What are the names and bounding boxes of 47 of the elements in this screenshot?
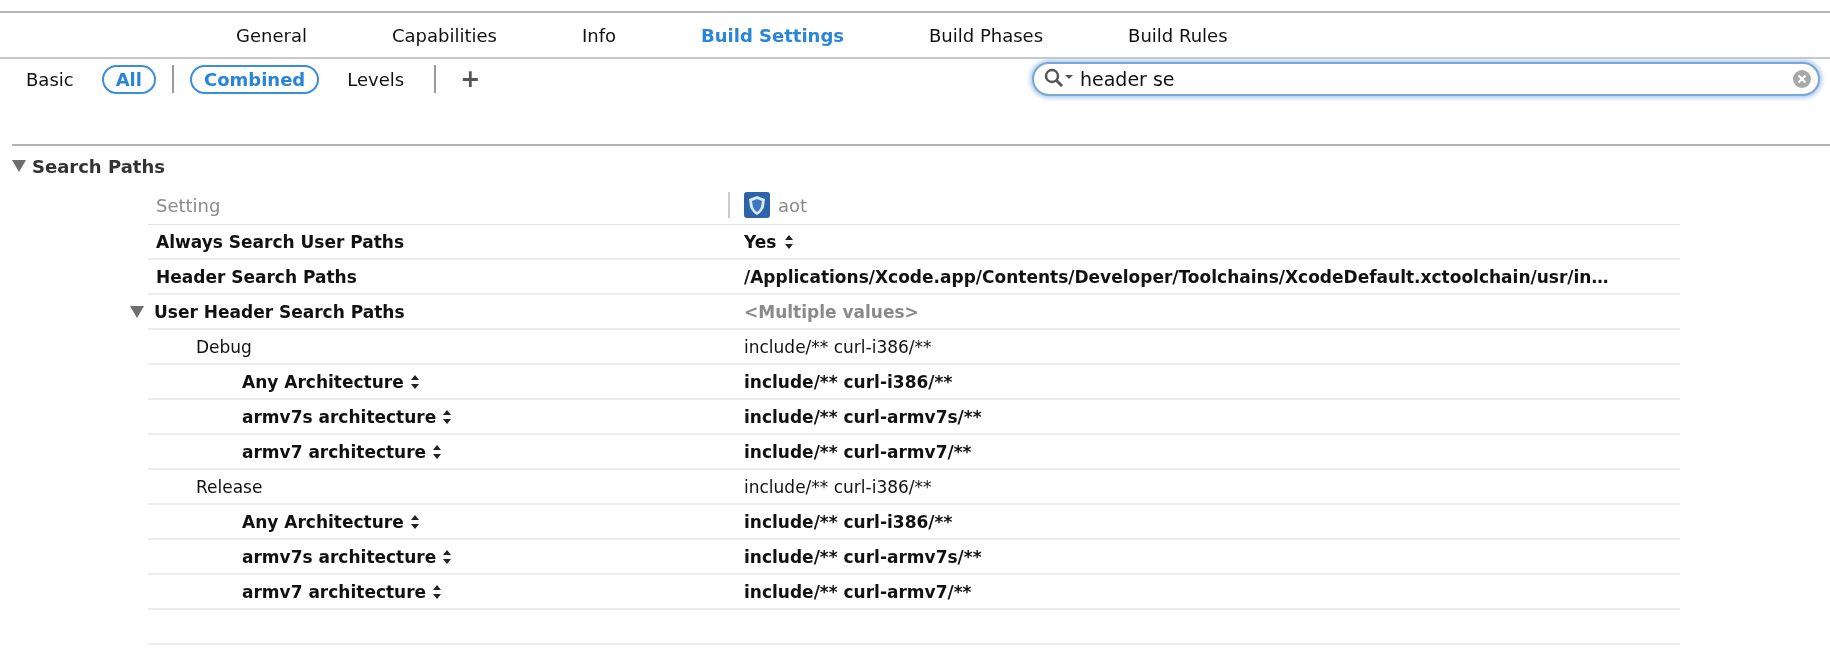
setting-name: armv7 architecture [242, 441, 427, 462]
setting-name: Debug [196, 336, 252, 357]
setting-value: include/** curl-armv7s/** [743, 546, 982, 567]
filter-button[interactable]: Combined [189, 64, 320, 94]
filter-button[interactable]: Levels [333, 64, 419, 94]
stepper-icon[interactable] [784, 233, 795, 250]
setting-value: include/** curl-armv7/** [743, 441, 972, 462]
setting-name: armv7s architecture [242, 406, 437, 427]
setting-value: include/** curl-i386/** [743, 371, 953, 392]
tab[interactable]: Capabilities [357, 24, 531, 46]
tab[interactable]: Info [547, 24, 650, 46]
tab[interactable]: Build Rules [1094, 24, 1262, 46]
setting-value: include/** curl-i386/** [743, 336, 932, 357]
column-header: aot [778, 194, 808, 216]
stepper-icon[interactable] [432, 583, 443, 600]
setting-value: <Multiple values> [743, 301, 919, 322]
setting-name: armv7s architecture [242, 546, 437, 567]
setting-name: Header Search Paths [156, 266, 357, 287]
tab[interactable]: Build Settings [667, 24, 878, 46]
setting-name: armv7 architecture [242, 581, 427, 602]
disclosure-triangle-icon[interactable] [12, 160, 26, 172]
stepper-icon[interactable] [432, 443, 443, 460]
tab[interactable]: Build Phases [895, 24, 1078, 46]
stepper-icon[interactable] [409, 373, 420, 390]
stepper-icon[interactable] [442, 408, 453, 425]
setting-value: include/** curl-i386/** [743, 511, 953, 532]
filter-button[interactable]: All [101, 64, 156, 94]
setting-name: User Header Search Paths [154, 301, 405, 322]
column-header: Setting [156, 194, 221, 216]
search-field[interactable]: header se [1032, 62, 1820, 96]
filter-button[interactable]: Basic [12, 64, 88, 94]
setting-name: Release [196, 476, 263, 497]
section-title: Search Paths [32, 155, 165, 177]
setting-name: Always Search User Paths [156, 231, 405, 252]
add-button[interactable]: + [452, 65, 489, 93]
app-shield-icon [744, 192, 770, 218]
setting-name: Any Architecture [242, 371, 404, 392]
setting-value: Yes [743, 231, 777, 252]
stepper-icon[interactable] [409, 513, 420, 530]
setting-value: /Applications/Xcode.app/Contents/Developer/Toolchains/XcodeDefault.xctoolchain/usr/in… [743, 266, 1609, 287]
setting-value: include/** curl-i386/** [743, 476, 932, 497]
setting-name: Any Architecture [242, 511, 404, 532]
tab[interactable]: General [202, 24, 341, 46]
stepper-icon[interactable] [442, 548, 453, 565]
setting-value: include/** curl-armv7/** [743, 581, 972, 602]
disclosure-triangle-icon[interactable] [130, 305, 144, 318]
setting-value: include/** curl-armv7s/** [743, 406, 982, 427]
